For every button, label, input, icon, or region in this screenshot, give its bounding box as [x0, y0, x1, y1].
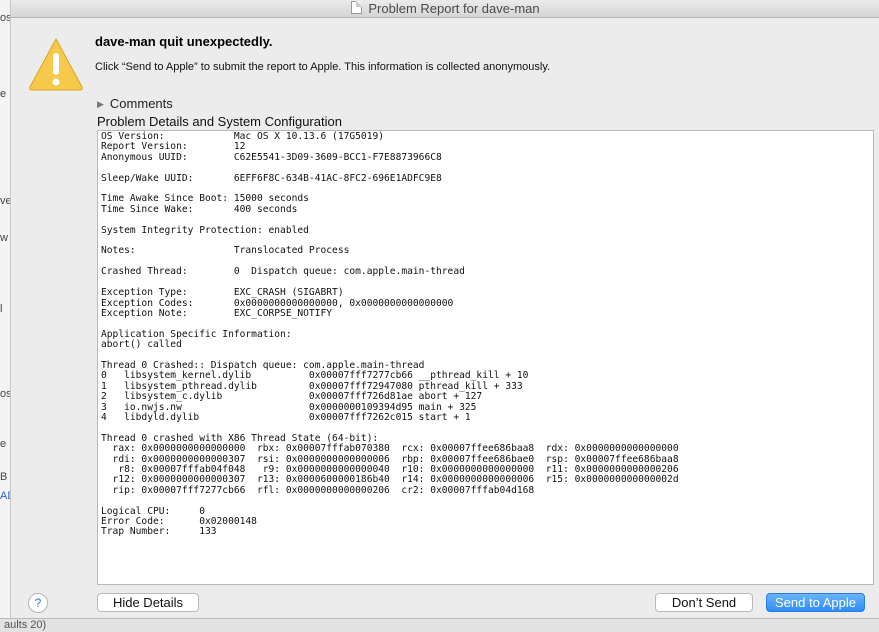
- report-line: 4 libdyld.dylib 0x00007fff7262c015 start…: [101, 411, 471, 423]
- document-icon: [351, 1, 363, 14]
- crash-headline: dave-man quit unexpectedly.: [95, 34, 273, 49]
- report-line: Trap Number: 133: [101, 526, 217, 538]
- send-to-apple-button[interactable]: Send to Apple: [766, 593, 865, 612]
- dont-send-button[interactable]: Don’t Send: [655, 593, 753, 612]
- bg-bottom-text: aults 20): [4, 619, 47, 631]
- bg-fragment: B: [0, 471, 8, 483]
- comments-disclosure[interactable]: ▶ Comments: [97, 96, 173, 111]
- title-bar[interactable]: Problem Report for dave-man: [11, 0, 879, 18]
- report-line: Anonymous UUID: C62E5541-3D09-3609-BCC1-…: [101, 151, 442, 163]
- problem-report-dialog: Problem Report for dave-man dave-man qui…: [10, 0, 879, 618]
- report-line: 2 libsystem_c.dylib 0x00007fff726d81ae a…: [101, 391, 483, 403]
- disclosure-triangle-icon: ▶: [97, 99, 104, 109]
- window-title: Problem Report for dave-man: [368, 1, 540, 16]
- crash-subtext: Click “Send to Apple” to submit the repo…: [95, 61, 551, 73]
- bg-fragment: w: [0, 232, 8, 244]
- bg-fragment: l: [0, 303, 3, 315]
- report-line: Crashed Thread: 0 Dispatch queue: com.ap…: [101, 266, 465, 278]
- comments-label: Comments: [109, 96, 173, 111]
- bg-fragment: e: [0, 438, 7, 450]
- report-line: Time Since Wake: 400 seconds: [101, 203, 298, 215]
- bg-fragment: e: [0, 88, 7, 100]
- warning-icon: [29, 37, 83, 91]
- background-bottom-strip: aults 20): [0, 618, 879, 632]
- report-text: OS Version: Mac OS X 10.13.6 (17G5019) Re…: [98, 131, 873, 538]
- report-line: [101, 496, 873, 506]
- report-line: Sleep/Wake UUID: 6EFF6F8C-634B-41AC-8FC2…: [101, 172, 442, 184]
- report-text-view[interactable]: OS Version: Mac OS X 10.13.6 (17G5019) Re…: [97, 130, 874, 585]
- help-button[interactable]: ?: [28, 593, 48, 613]
- details-section-title: Problem Details and System Configuration: [97, 114, 342, 129]
- report-line: Exception Type: EXC_CRASH (SIGABRT): [101, 287, 344, 299]
- report-line: Application Specific Information:: [101, 328, 292, 340]
- hide-details-button[interactable]: Hide Details: [97, 593, 199, 612]
- report-line: Notes: Translocated Process: [101, 245, 350, 257]
- report-line: System Integrity Protection: enabled: [101, 224, 309, 236]
- report-line: Exception Note: EXC_CORPSE_NOTIFY: [101, 307, 333, 319]
- report-line: abort() called: [101, 339, 182, 351]
- report-line: rip: 0x00007fff7277cb66 rfl: 0x000000000…: [101, 484, 535, 496]
